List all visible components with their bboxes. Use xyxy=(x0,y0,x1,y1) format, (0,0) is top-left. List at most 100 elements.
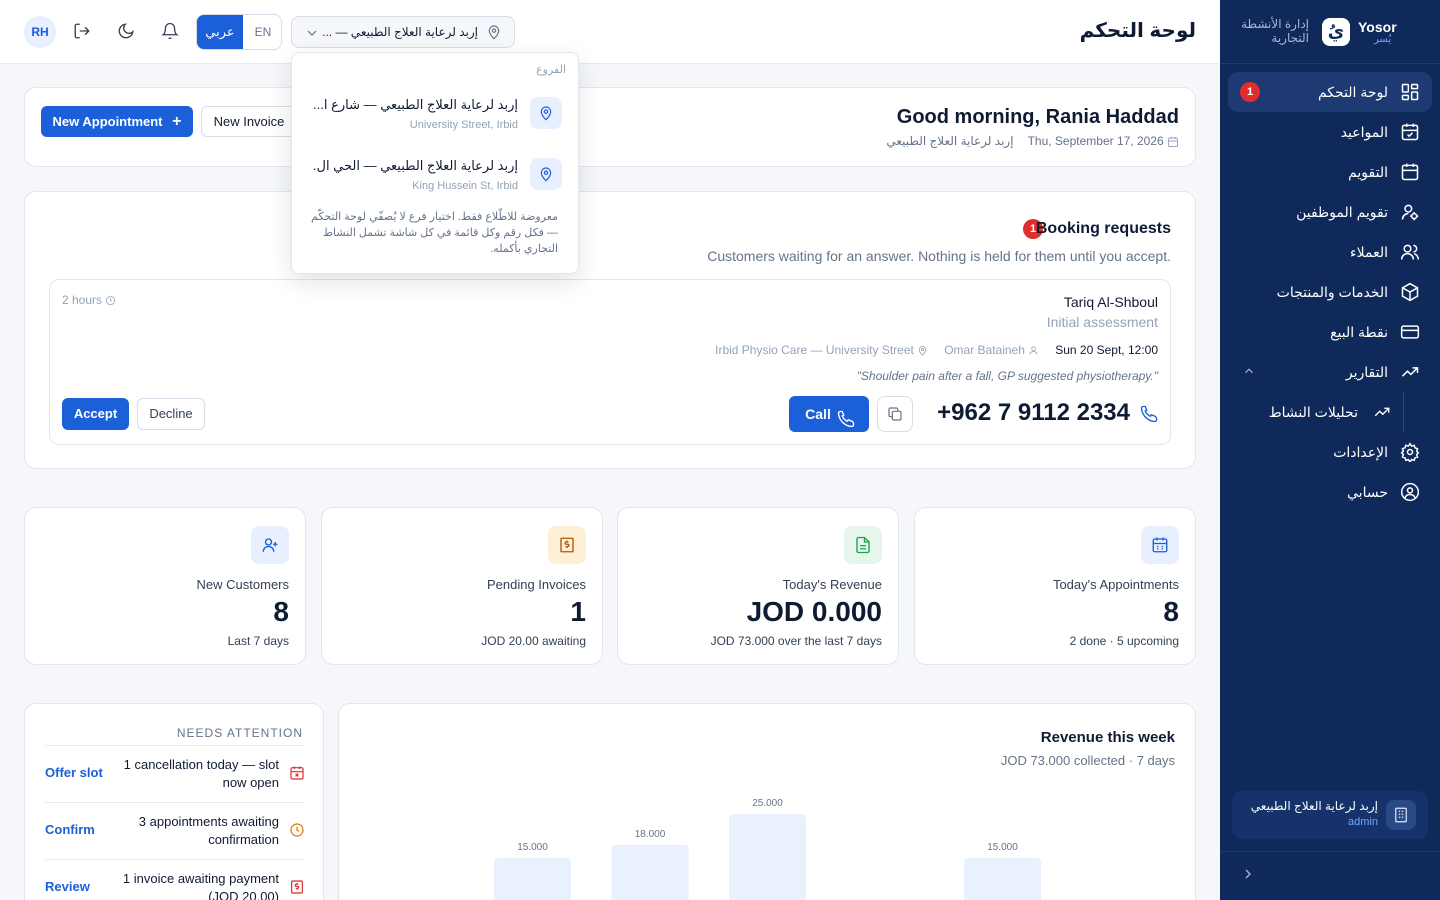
branch-option[interactable]: إربد لرعاية العلاج الطبيعي — شارع ا... U… xyxy=(304,91,570,139)
service-type: Initial assessment xyxy=(1046,314,1158,330)
dropdown-note: معروضة للاطّلاع فقط. اختيار فرع لا يُصفّ… xyxy=(311,211,558,255)
sidebar-item-settings[interactable]: الإعدادات xyxy=(1228,432,1432,472)
new-appointment-button[interactable]: New Appointment + xyxy=(41,106,193,137)
branch-option-address: King Hussein St, Irbid xyxy=(412,180,518,192)
invoice-icon xyxy=(548,526,586,564)
brand: يُ Yosor يُسر إدارة الأنشطة التجارية xyxy=(1220,0,1440,64)
copy-phone-button[interactable] xyxy=(877,396,913,432)
sidebar-item-label: الخدمات والمنتجات xyxy=(1276,283,1388,300)
branch-option-name: إربد لرعاية العلاج الطبيعي — الحي ال... xyxy=(313,158,518,173)
clock-icon xyxy=(106,296,116,306)
document-icon xyxy=(844,526,882,564)
greeting-card: Good morning, Rania Haddad إربد لرعاية ا… xyxy=(24,87,1196,167)
dropdown-label: الفروع xyxy=(536,64,566,76)
stat-subtext: 2 done · 5 upcoming xyxy=(1069,634,1179,648)
branch-option[interactable]: إربد لرعاية العلاج الطبيعي — الحي ال... … xyxy=(304,152,570,200)
revenue-bar[interactable] xyxy=(729,814,806,900)
stat-value: 8 xyxy=(273,596,289,627)
request-details: Irbid Physio Care — University Street Om… xyxy=(715,343,1158,357)
brand-logo: يُ xyxy=(1322,18,1350,46)
sidebar-item-account[interactable]: حسابي xyxy=(1228,472,1432,512)
needs-attention-title: NEEDS ATTENTION xyxy=(176,726,303,740)
collapse-sidebar-button[interactable] xyxy=(1240,866,1256,884)
stat-card-pending-invoices[interactable]: Pending Invoices 1 JOD 20.00 awaiting xyxy=(321,507,603,665)
sidebar-item-label: تقويم الموظفين xyxy=(1296,203,1388,220)
clock-icon xyxy=(289,822,305,838)
user-icon xyxy=(1029,346,1038,355)
new-invoice-button[interactable]: New Invoice xyxy=(201,106,297,137)
business-name: إربد لرعاية العلاج الطبيعي xyxy=(886,134,1014,148)
attention-item: 1 cancellation today — slot now open Off… xyxy=(45,745,305,802)
branch-selector[interactable]: إربد لرعاية العلاج الطبيعي — ... xyxy=(291,16,515,48)
branch-option-name: إربد لرعاية العلاج الطبيعي — شارع ا... xyxy=(313,97,518,112)
sidebar-item-label: التقويم xyxy=(1348,163,1388,180)
stat-subtext: Last 7 days xyxy=(227,634,289,648)
sidebar: يُ Yosor يُسر إدارة الأنشطة التجارية 1 ل… xyxy=(1220,0,1440,900)
chevron-up-icon[interactable] xyxy=(1242,364,1256,378)
sidebar-item-appointments[interactable]: المواعيد xyxy=(1228,112,1432,152)
customer-name: Tariq Al-Shboul xyxy=(1063,294,1158,310)
stat-card-revenue[interactable]: Today's Revenue JOD 0.000 JOD 73.000 ove… xyxy=(617,507,899,665)
box-icon xyxy=(1400,282,1420,302)
logout-icon[interactable] xyxy=(73,22,93,42)
user-plus-icon xyxy=(251,526,289,564)
revenue-bar[interactable] xyxy=(964,858,1041,900)
stat-label: Today's Appointments xyxy=(1052,577,1179,592)
avatar[interactable]: RH xyxy=(24,16,56,48)
phone-icon xyxy=(1140,405,1158,423)
branch-dropdown: الفروع إربد لرعاية العلاج الطبيعي — شارع… xyxy=(291,52,579,274)
revenue-title: Revenue this week xyxy=(1040,729,1175,746)
lang-arabic-button[interactable]: عربي xyxy=(197,15,243,49)
stat-card-new-customers[interactable]: New Customers 8 Last 7 days xyxy=(24,507,306,665)
revenue-bar-label: 18.000 xyxy=(635,829,666,840)
staff-calendar-icon xyxy=(1400,202,1420,222)
stat-value: 1 xyxy=(570,596,586,627)
sidebar-item-analytics[interactable]: تحليلات النشاط xyxy=(1228,392,1432,432)
booking-requests-subtitle: Customers waiting for an answer. Nothing… xyxy=(707,248,1171,264)
divider xyxy=(1220,851,1440,852)
call-button[interactable]: Call xyxy=(789,396,869,432)
sidebar-item-label: لوحة التحكم xyxy=(1317,83,1388,100)
revenue-bar-label: 15.000 xyxy=(987,842,1018,853)
sidebar-item-label: المواعيد xyxy=(1340,123,1388,140)
request-branch: Irbid Physio Care — University Street xyxy=(715,343,928,357)
sidebar-item-dashboard[interactable]: 1 لوحة التحكم xyxy=(1228,72,1432,112)
trending-up-icon xyxy=(1400,362,1420,382)
bell-icon[interactable] xyxy=(161,22,181,42)
needs-attention-card: NEEDS ATTENTION 1 cancellation today — s… xyxy=(24,703,324,900)
credit-card-icon xyxy=(1400,322,1420,342)
invoice-icon xyxy=(289,879,305,895)
review-link[interactable]: Review xyxy=(45,879,90,894)
revenue-chart-card: 15.000 18.000 25.000 15.000 Revenue this we… xyxy=(338,703,1196,900)
stat-card-appointments[interactable]: Today's Appointments 8 2 done · 5 upcomi… xyxy=(914,507,1196,665)
sidebar-item-reports[interactable]: التقارير xyxy=(1228,352,1432,392)
sidebar-item-label: حسابي xyxy=(1347,483,1388,500)
current-branch-card[interactable]: إربد لرعاية العلاج الطبيعي admin xyxy=(1232,791,1428,839)
sidebar-item-services[interactable]: الخدمات والمنتجات xyxy=(1228,272,1432,312)
dark-mode-icon[interactable] xyxy=(117,22,137,42)
sidebar-item-customers[interactable]: العملاء xyxy=(1228,232,1432,272)
accept-button[interactable]: Accept xyxy=(62,398,129,430)
booking-requests-card: 1 Booking requests Customers waiting for… xyxy=(24,191,1196,469)
attention-text: 3 appointments awaiting confirmation xyxy=(138,814,279,847)
branch-selector-value: إربد لرعاية العلاج الطبيعي — ... xyxy=(322,25,478,39)
attention-text: 1 invoice awaiting payment (JOD 20.00) xyxy=(122,871,279,900)
attention-text: 1 cancellation today — slot now open xyxy=(123,757,279,790)
revenue-bar[interactable] xyxy=(494,858,571,900)
chevron-right-icon xyxy=(1245,869,1251,879)
user-circle-icon xyxy=(1400,482,1420,502)
revenue-bar[interactable] xyxy=(611,844,689,900)
stat-label: Pending Invoices xyxy=(486,577,586,592)
confirm-link[interactable]: Confirm xyxy=(45,822,95,837)
request-staff: Omar Bataineh xyxy=(944,343,1039,357)
sidebar-item-pos[interactable]: نقطة البيع xyxy=(1228,312,1432,352)
sidebar-item-staff-calendar[interactable]: تقويم الموظفين xyxy=(1228,192,1432,232)
offer-slot-link[interactable]: Offer slot xyxy=(45,765,103,780)
sidebar-item-calendar[interactable]: التقويم xyxy=(1228,152,1432,192)
lang-english-button[interactable]: EN xyxy=(243,15,281,49)
building-icon xyxy=(1386,800,1416,830)
decline-button[interactable]: Decline xyxy=(137,398,205,430)
sidebar-item-label: تحليلات النشاط xyxy=(1268,403,1358,420)
attention-item: 3 appointments awaiting confirmation Con… xyxy=(45,802,305,859)
submenu-line xyxy=(1403,392,1404,432)
